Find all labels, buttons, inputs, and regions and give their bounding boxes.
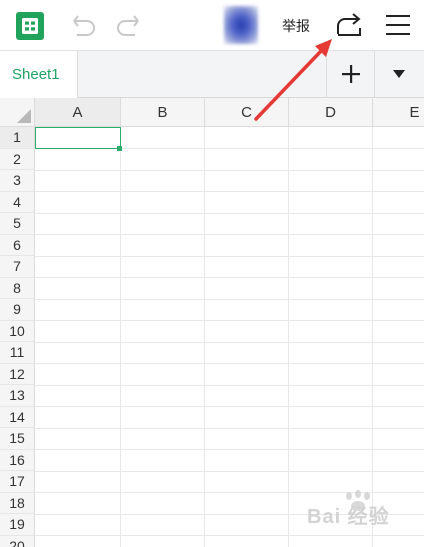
row-header[interactable]: 4: [0, 191, 35, 213]
sheet-tab[interactable]: Sheet1: [0, 51, 78, 98]
gridline: [35, 470, 424, 472]
column-header-a[interactable]: A: [35, 98, 121, 127]
selected-cell-a1[interactable]: [35, 127, 121, 149]
sheet-tab-label: Sheet1: [12, 66, 60, 83]
row-header[interactable]: 7: [0, 256, 35, 278]
row-header[interactable]: 20: [0, 535, 35, 547]
undo-icon[interactable]: [68, 12, 98, 38]
row-header[interactable]: 8: [0, 277, 35, 299]
row-header[interactable]: 15: [0, 428, 35, 450]
gridline: [35, 191, 424, 192]
row-header[interactable]: 3: [0, 170, 35, 192]
corner-triangle-icon: [17, 109, 31, 123]
gridline: [372, 127, 373, 547]
gridline: [204, 127, 205, 547]
plus-icon: [342, 65, 360, 83]
avatar[interactable]: [224, 6, 258, 44]
row-header[interactable]: 10: [0, 320, 35, 342]
gridline: [35, 212, 424, 214]
sheet-tab-bar: Sheet1: [0, 50, 424, 98]
select-all-corner[interactable]: [0, 98, 35, 127]
gridline: [35, 255, 424, 257]
gridline: [35, 427, 424, 429]
gridline: [35, 384, 424, 386]
column-header-e[interactable]: E: [373, 98, 424, 127]
gridline: [35, 363, 424, 364]
caret-down-icon: [393, 70, 405, 78]
row-header[interactable]: 5: [0, 213, 35, 235]
row-header[interactable]: 19: [0, 514, 35, 536]
row-header[interactable]: 6: [0, 234, 35, 256]
row-header[interactable]: 16: [0, 449, 35, 471]
row-header[interactable]: 2: [0, 148, 35, 170]
row-header[interactable]: 11: [0, 342, 35, 364]
gridline: [35, 535, 424, 536]
report-button[interactable]: 举报: [282, 16, 310, 36]
spreadsheet-grid[interactable]: A B C D E 1 2 3 4 5 6 7 8 9 10 11 12 13 …: [0, 98, 424, 547]
sheet-list-dropdown[interactable]: [374, 51, 424, 98]
column-header-b[interactable]: B: [121, 98, 205, 127]
gridline: [35, 406, 424, 407]
gridline: [35, 298, 424, 300]
row-header[interactable]: 17: [0, 471, 35, 493]
watermark-text: Bai 经验: [307, 506, 390, 528]
row-header[interactable]: 9: [0, 299, 35, 321]
redo-icon[interactable]: [114, 12, 144, 38]
menu-icon[interactable]: [385, 12, 411, 38]
gridline: [35, 449, 424, 450]
gridline: [35, 320, 424, 321]
row-header[interactable]: 12: [0, 363, 35, 385]
column-header-d[interactable]: D: [289, 98, 373, 127]
gridline: [120, 127, 121, 547]
sheets-app-icon[interactable]: [16, 12, 44, 40]
column-header-c[interactable]: C: [205, 98, 289, 127]
row-header[interactable]: 13: [0, 385, 35, 407]
row-header[interactable]: 18: [0, 492, 35, 514]
row-header[interactable]: 1: [0, 127, 35, 149]
gridline: [288, 127, 289, 547]
gridline: [35, 234, 424, 235]
add-sheet-button[interactable]: [326, 51, 374, 98]
watermark-logo: Bai 经验: [305, 490, 420, 530]
gridline: [35, 169, 424, 171]
gridline: [35, 277, 424, 278]
row-header[interactable]: 14: [0, 406, 35, 428]
share-icon[interactable]: [334, 10, 364, 40]
fill-handle[interactable]: [117, 146, 122, 151]
cell-area[interactable]: [35, 127, 424, 547]
gridline: [35, 341, 424, 343]
top-toolbar: 举报: [0, 0, 424, 50]
